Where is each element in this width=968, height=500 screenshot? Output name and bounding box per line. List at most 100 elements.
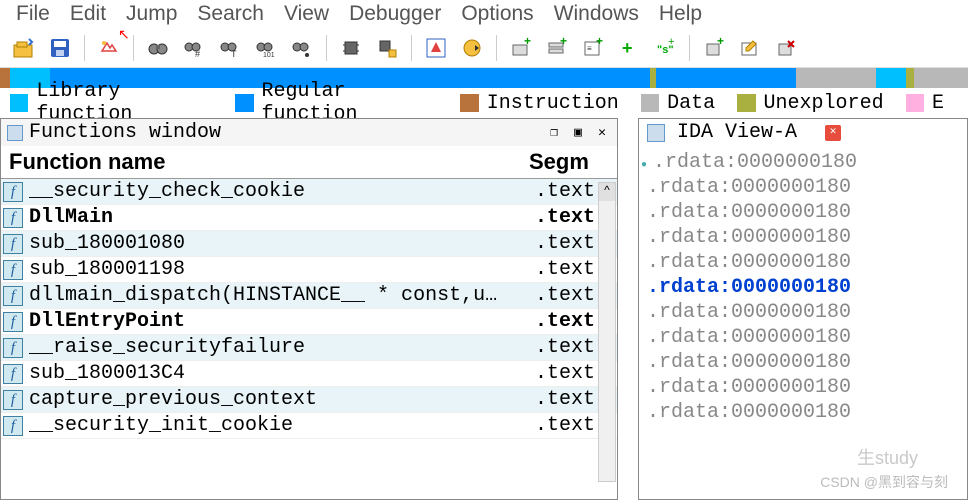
function-row[interactable]: fsub_180001080.text [1, 231, 617, 257]
function-row[interactable]: f__security_check_cookie.text [1, 179, 617, 205]
code-add-icon[interactable]: ≡+ [577, 32, 609, 64]
legend-label: Data [667, 92, 715, 115]
separator [326, 35, 327, 61]
ida-view-tab[interactable]: IDA View-A ✕ [639, 119, 967, 146]
address: .rdata:0000000180 [647, 351, 851, 374]
bullet-icon: ● [641, 160, 647, 171]
binoculars-hash-icon[interactable]: # [178, 32, 210, 64]
string-add-icon[interactable]: "s"+ [649, 32, 681, 64]
open-icon[interactable] [8, 32, 40, 64]
window-float-icon[interactable]: ▣ [569, 125, 587, 141]
function-name: sub_1800013C4 [29, 362, 535, 385]
struct-add-icon[interactable]: + [541, 32, 573, 64]
box-add-icon[interactable]: + [698, 32, 730, 64]
scroll-up-icon[interactable]: ^ [599, 183, 615, 201]
functions-list: f__security_check_cookie.textfDllMain.te… [1, 179, 617, 499]
disasm-line[interactable]: .rdata:0000000180 [641, 375, 965, 400]
chip-icon[interactable] [335, 32, 367, 64]
nav-segment[interactable] [914, 68, 968, 88]
function-name: DllEntryPoint [29, 310, 535, 333]
menu-debugger[interactable]: Debugger [339, 2, 451, 26]
function-name: dllmain_dispatch(HINSTANCE__ * const,u… [29, 284, 535, 307]
menu-edit[interactable]: Edit [60, 2, 116, 26]
legend-label: Unexplored [764, 92, 884, 115]
separator [496, 35, 497, 61]
legend-swatch [737, 94, 755, 112]
legend-swatch [235, 94, 253, 112]
address: .rdata:0000000180 [647, 376, 851, 399]
chip-lock-icon[interactable] [371, 32, 403, 64]
disasm-line[interactable]: .rdata:0000000180 [641, 225, 965, 250]
function-row[interactable]: fsub_1800013C4.text [1, 361, 617, 387]
function-name: capture_previous_context [29, 388, 535, 411]
column-function-name[interactable]: Function name [9, 149, 529, 175]
svg-text:+: + [596, 37, 603, 48]
scrollbar[interactable]: ^ [598, 182, 616, 482]
separator [689, 35, 690, 61]
binoculars-101-icon[interactable]: 101 [250, 32, 282, 64]
disasm-line[interactable]: .rdata:0000000180 [641, 300, 965, 325]
menu-help[interactable]: Help [649, 2, 712, 26]
svg-text:101: 101 [263, 52, 275, 59]
function-icon: f [3, 260, 23, 280]
address: .rdata:0000000180 [647, 176, 851, 199]
disasm-line[interactable]: .rdata:0000000180 [641, 200, 965, 225]
function-row[interactable]: fdllmain_dispatch(HINSTANCE__ * const,u…… [1, 283, 617, 309]
function-row[interactable]: fsub_180001198.text [1, 257, 617, 283]
disasm-line[interactable]: .rdata:0000000180 [641, 350, 965, 375]
functions-window-title: Functions window [29, 121, 221, 144]
function-icon: f [3, 390, 23, 410]
hex-add-icon[interactable]: + [505, 32, 537, 64]
column-segment[interactable]: Segm [529, 149, 609, 175]
window-close-icon[interactable]: ✕ [593, 125, 611, 141]
legend-swatch [641, 94, 659, 112]
window-restore-icon[interactable]: ❐ [545, 125, 563, 141]
separator [84, 35, 85, 61]
function-row[interactable]: fDllMain.text [1, 205, 617, 231]
function-icon: f [3, 182, 23, 202]
green-plus-icon[interactable]: + [613, 32, 645, 64]
binoculars-icon[interactable] [142, 32, 174, 64]
menu-options[interactable]: Options [451, 2, 543, 26]
menu-view[interactable]: View [274, 2, 339, 26]
delete-icon[interactable] [770, 32, 802, 64]
binoculars-text-icon[interactable]: T [214, 32, 246, 64]
warning-icon[interactable] [420, 32, 452, 64]
legend-swatch [460, 94, 478, 112]
menu-file[interactable]: File [6, 2, 60, 26]
disasm-line[interactable]: .rdata:0000000180 [641, 400, 965, 425]
nav-segment[interactable] [796, 68, 876, 88]
ida-view-pane: IDA View-A ✕ ●.rdata:0000000180 .rdata:0… [638, 118, 968, 500]
function-name: DllMain [29, 206, 535, 229]
binoculars-dot-icon[interactable] [286, 32, 318, 64]
nav-segment[interactable] [876, 68, 906, 88]
address: .rdata:0000000180 [647, 251, 851, 274]
function-row[interactable]: fDllEntryPoint.text [1, 309, 617, 335]
nav-segment[interactable] [656, 68, 796, 88]
address: .rdata:0000000180 [647, 276, 851, 299]
disasm-line[interactable]: .rdata:0000000180 [641, 325, 965, 350]
svg-text:+: + [560, 37, 567, 48]
disasm-line[interactable]: .rdata:0000000180 [641, 175, 965, 200]
function-row[interactable]: fcapture_previous_context.text [1, 387, 617, 413]
function-row[interactable]: f__security_init_cookie.text [1, 413, 617, 439]
nav-segment[interactable] [0, 68, 10, 88]
tab-close-icon[interactable]: ✕ [825, 125, 841, 141]
disasm-line[interactable]: .rdata:0000000180 [641, 275, 965, 300]
nav-segment[interactable] [906, 68, 914, 88]
legend-label: Instruction [487, 92, 619, 115]
svg-text:+: + [622, 38, 633, 58]
menu-jump[interactable]: Jump [116, 2, 187, 26]
disasm-line[interactable]: ●.rdata:0000000180 [641, 150, 965, 175]
function-icon: f [3, 312, 23, 332]
save-icon[interactable] [44, 32, 76, 64]
script-icon[interactable] [456, 32, 488, 64]
menu-windows[interactable]: Windows [544, 2, 649, 26]
svg-text:T: T [231, 49, 237, 59]
address: .rdata:0000000180 [647, 301, 851, 324]
function-row[interactable]: f__raise_securityfailure.text [1, 335, 617, 361]
disasm-line[interactable]: .rdata:0000000180 [641, 250, 965, 275]
separator [411, 35, 412, 61]
edit-icon[interactable] [734, 32, 766, 64]
menu-search[interactable]: Search [187, 2, 274, 26]
